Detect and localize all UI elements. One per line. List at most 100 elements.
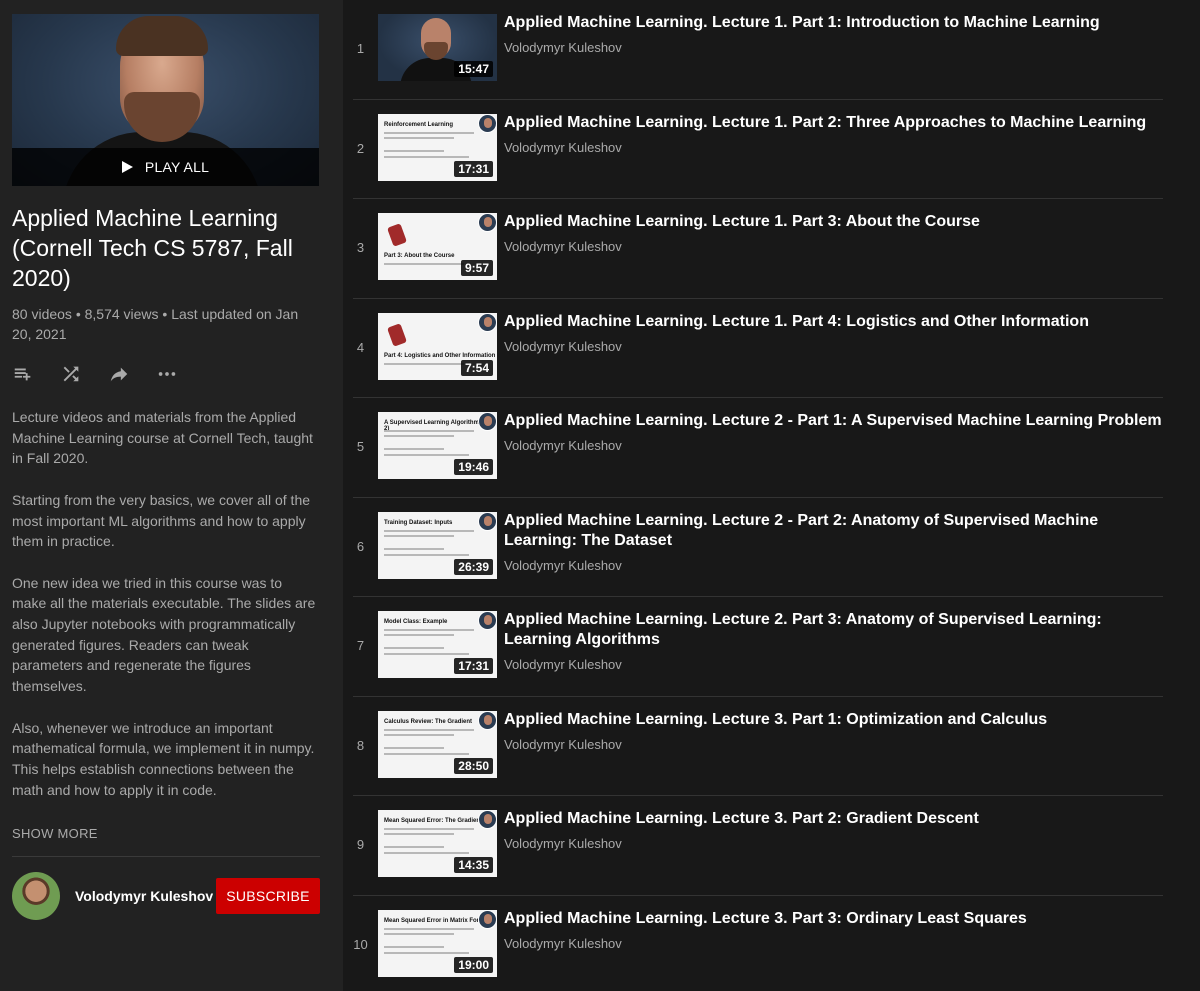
robot-arm-icon — [387, 322, 407, 347]
video-meta: Applied Machine Learning. Lecture 3. Par… — [504, 710, 1164, 752]
video-thumbnail[interactable]: Model Class: Example 17:31 — [378, 611, 497, 678]
list-item[interactable]: 7 Model Class: Example 17:31 Applied Machin… — [353, 597, 1163, 697]
video-thumbnail[interactable]: Part 4: Logistics and Other Information 7… — [378, 312, 497, 380]
video-channel[interactable]: Volodymyr Kuleshov — [504, 836, 1164, 851]
slide-text-line — [384, 149, 444, 152]
video-channel[interactable]: Volodymyr Kuleshov — [504, 40, 1164, 55]
video-index: 1 — [356, 41, 365, 56]
slide-text-line — [384, 629, 474, 631]
video-channel[interactable]: Volodymyr Kuleshov — [504, 737, 1164, 752]
slide-text-line — [384, 362, 464, 365]
video-title[interactable]: Applied Machine Learning. Lecture 1. Par… — [504, 113, 1164, 133]
shuffle-icon[interactable] — [60, 363, 82, 385]
slide-text-line — [384, 728, 474, 731]
video-channel[interactable]: Volodymyr Kuleshov — [504, 239, 1164, 254]
slide-title: Mean Squared Error: The Gradient — [384, 818, 483, 824]
video-meta: Applied Machine Learning. Lecture 1. Par… — [504, 13, 1164, 55]
video-index: 8 — [356, 737, 365, 753]
video-channel[interactable]: Volodymyr Kuleshov — [504, 936, 1164, 951]
video-channel[interactable]: Volodymyr Kuleshov — [504, 339, 1164, 354]
video-duration: 19:46 — [454, 459, 493, 475]
video-duration: 15:47 — [454, 61, 493, 77]
list-item[interactable]: 3 Part 3: About the Course 9:57 Applied Mac… — [353, 199, 1163, 299]
video-duration: 7:54 — [460, 359, 493, 376]
video-title[interactable]: Applied Machine Learning. Lecture 1. Par… — [504, 13, 1164, 33]
video-title[interactable]: Applied Machine Learning. Lecture 2 - Pa… — [504, 511, 1164, 551]
playlist-title: Applied Machine Learning (Cornell Tech C… — [12, 205, 293, 291]
slide-text-line — [384, 852, 469, 854]
presenter-webcam-icon — [478, 810, 497, 829]
subscribe-button[interactable]: SUBSCRIBE — [216, 878, 320, 915]
play-all-button[interactable]: PLAY ALL — [12, 148, 319, 186]
playlist-hero-thumbnail[interactable]: PLAY ALL — [12, 14, 319, 186]
list-item[interactable]: 9 Mean Squared Error: The Gradient 14:35 Ap… — [353, 796, 1163, 896]
playlist-video-list: 1 15:47 Applied Machine Learning. Lecture … — [343, 0, 1200, 991]
list-item[interactable]: 8 Calculus Review: The Gradient 28:50 Appli… — [353, 697, 1164, 796]
more-icon[interactable] — [156, 363, 178, 385]
description-paragraph: Starting from the very basics, we cover … — [12, 491, 311, 550]
video-duration: 17:31 — [454, 160, 493, 177]
video-title[interactable]: Applied Machine Learning. Lecture 1. Par… — [504, 212, 1164, 232]
video-title[interactable]: Applied Machine Learning. Lecture 3. Par… — [504, 710, 1164, 730]
video-title[interactable]: Applied Machine Learning. Lecture 3. Par… — [504, 809, 1164, 829]
slide-text-line — [384, 534, 454, 537]
video-title[interactable]: Applied Machine Learning. Lecture 2 - Pa… — [504, 411, 1164, 431]
list-item[interactable]: 4 Part 4: Logistics and Other Information… — [353, 299, 1164, 398]
slide-title: Reinforcement Learning — [384, 121, 454, 128]
list-item[interactable]: 10 Mean Squared Error in Matrix Form 19:00… — [353, 896, 1163, 991]
slide-title: Mean Squared Error in Matrix Form — [384, 917, 485, 924]
presenter-webcam-icon — [478, 213, 497, 232]
divider — [12, 856, 320, 858]
slide-text-line — [384, 263, 464, 265]
video-title[interactable]: Applied Machine Learning. Lecture 1. Par… — [504, 312, 1164, 332]
description-paragraph: One new idea we tried in this course was… — [12, 574, 316, 695]
list-item[interactable]: 1 15:47 Applied Machine Learning. Lecture … — [353, 0, 1163, 100]
video-channel[interactable]: Volodymyr Kuleshov — [504, 558, 1164, 573]
video-thumbnail[interactable]: Training Dataset: Inputs 26:39 — [378, 511, 497, 579]
video-title[interactable]: Applied Machine Learning. Lecture 2. Par… — [504, 610, 1164, 650]
video-thumbnail[interactable]: Calculus Review: The Gradient 28:50 — [378, 710, 497, 778]
video-duration: 14:35 — [454, 857, 493, 873]
presenter-webcam-icon — [478, 113, 497, 133]
video-title[interactable]: Applied Machine Learning. Lecture 3. Par… — [504, 909, 1164, 929]
presenter-webcam-icon — [478, 511, 497, 531]
slide-text-line — [384, 435, 454, 437]
video-thumbnail[interactable]: Mean Squared Error: The Gradient 14:35 — [378, 810, 497, 877]
owner-name[interactable]: Volodymyr Kuleshov — [75, 888, 216, 904]
presenter-hair — [116, 16, 208, 56]
share-icon[interactable] — [108, 363, 130, 385]
video-index: 4 — [356, 339, 365, 355]
playlist-description: Lecture videos and materials from the Ap… — [12, 407, 320, 800]
video-thumbnail[interactable]: A Supervised Learning Algorithm (Part 2)… — [378, 412, 497, 479]
slide-text-line — [384, 430, 474, 432]
slide-text-line — [384, 529, 474, 532]
play-icon — [121, 161, 133, 173]
slide-text-line — [384, 454, 469, 456]
add-to-queue-icon[interactable] — [12, 363, 34, 385]
slide-text-line — [384, 828, 474, 830]
video-meta: Applied Machine Learning. Lecture 2 - Pa… — [504, 511, 1164, 573]
slide-text-line — [384, 448, 444, 450]
slide-title: Part 4: Logistics and Other Information — [384, 352, 496, 359]
video-thumbnail[interactable]: Mean Squared Error in Matrix Form 19:00 — [378, 909, 497, 977]
show-more-button[interactable]: SHOW MORE — [12, 826, 320, 841]
video-channel[interactable]: Volodymyr Kuleshov — [504, 140, 1164, 155]
playlist-sidebar: PLAY ALL Applied Machine Learning (Corne… — [0, 0, 343, 991]
slide-text-line — [384, 733, 454, 736]
video-channel[interactable]: Volodymyr Kuleshov — [504, 438, 1164, 453]
list-item[interactable]: 5 A Supervised Learning Algorithm (Part 2… — [353, 398, 1163, 498]
presenter-webcam-icon — [478, 710, 497, 730]
video-channel[interactable]: Volodymyr Kuleshov — [504, 657, 1164, 672]
slide-text-line — [384, 951, 469, 954]
playlist-actions — [12, 362, 320, 386]
list-item[interactable]: 2 Reinforcement Learning 17:31 Applied Mach… — [353, 100, 1164, 199]
video-thumbnail[interactable]: Part 3: About the Course 9:57 — [378, 213, 497, 280]
slide-text-line — [384, 131, 474, 134]
video-index: 2 — [356, 140, 365, 156]
avatar[interactable] — [12, 872, 60, 921]
video-thumbnail[interactable]: Reinforcement Learning 17:31 — [378, 113, 497, 181]
list-item[interactable]: 6 Training Dataset: Inputs 26:39 Applied Ma… — [353, 498, 1164, 597]
slide-text-line — [384, 945, 444, 948]
video-duration: 28:50 — [454, 757, 493, 774]
video-thumbnail[interactable]: 15:47 — [378, 14, 497, 81]
